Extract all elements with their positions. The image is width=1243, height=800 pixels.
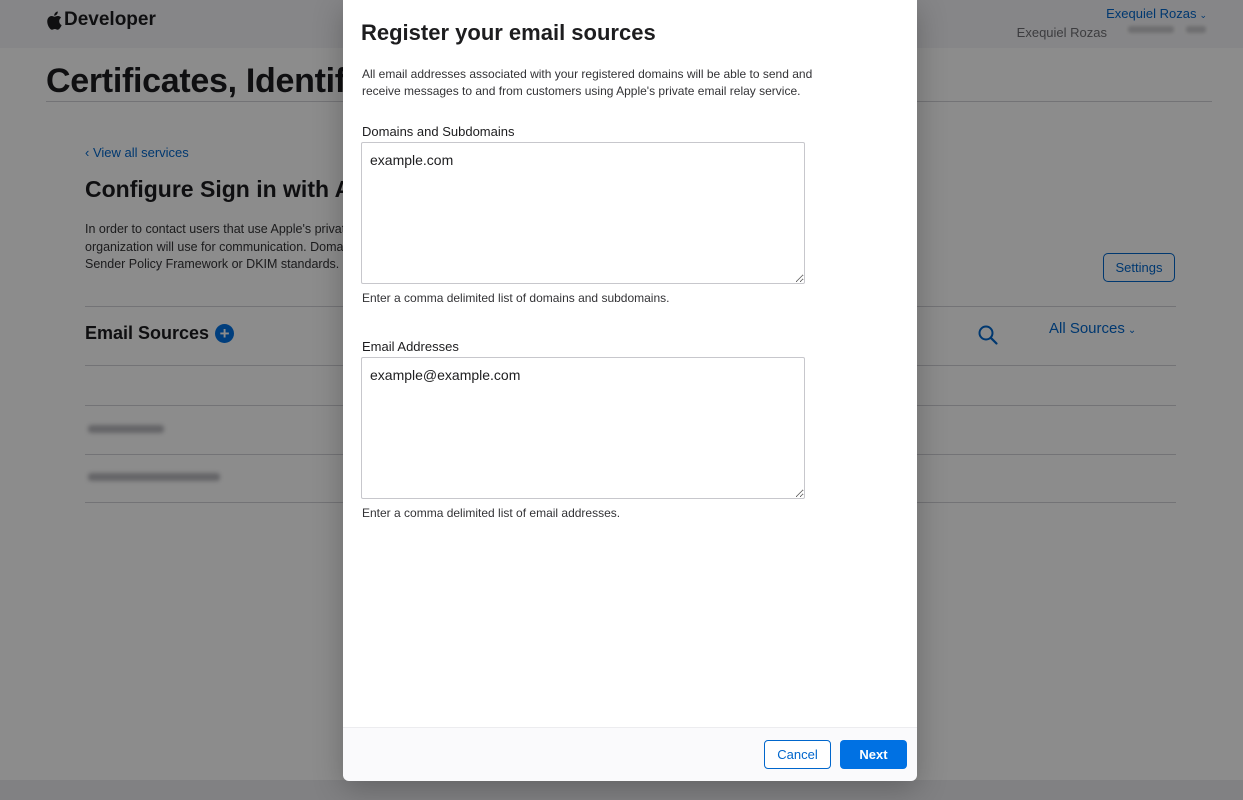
description-line: All email addresses associated with your… — [362, 67, 813, 81]
domains-textarea[interactable]: example.com — [361, 142, 805, 284]
description-line: receive messages to and from customers u… — [362, 84, 801, 98]
domains-help-text: Enter a comma delimited list of domains … — [362, 291, 670, 305]
email-addresses-textarea[interactable]: example@example.com — [361, 357, 805, 499]
dialog-title: Register your email sources — [361, 20, 656, 45]
dialog-footer: Cancel Next — [343, 727, 917, 781]
dialog-description: All email addresses associated with your… — [362, 66, 882, 100]
domains-label: Domains and Subdomains — [362, 124, 515, 139]
email-addresses-help-text: Enter a comma delimited list of email ad… — [362, 506, 621, 520]
register-email-sources-dialog: Register your email sources All email ad… — [343, 0, 917, 781]
next-button[interactable]: Next — [840, 740, 907, 769]
email-addresses-label: Email Addresses — [362, 339, 459, 354]
cancel-button[interactable]: Cancel — [764, 740, 831, 769]
